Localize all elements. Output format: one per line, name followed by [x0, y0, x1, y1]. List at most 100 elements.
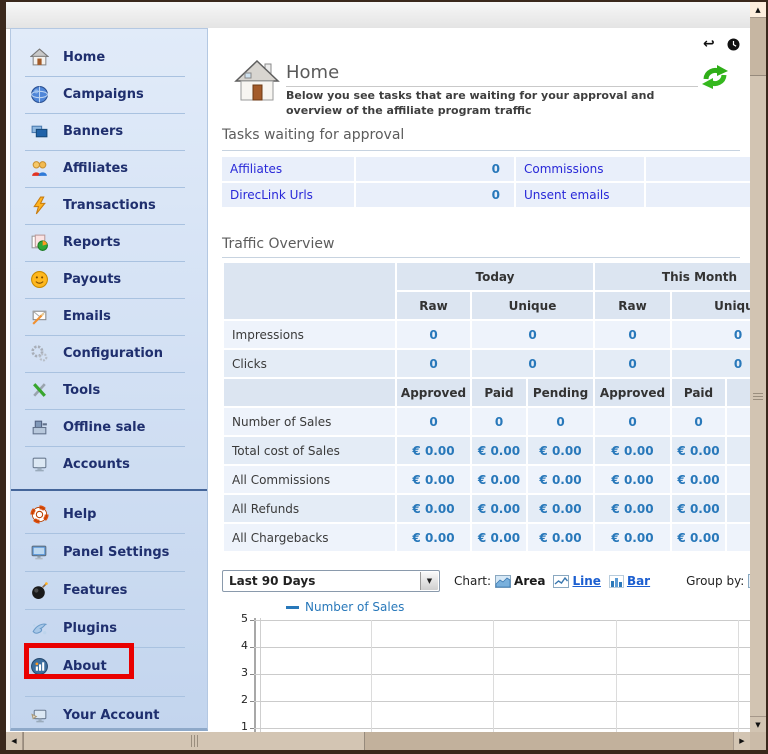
scroll-up-arrow-icon[interactable]: ▲: [750, 2, 766, 18]
task-count: 0: [356, 157, 514, 181]
metric-value: 0: [672, 408, 725, 435]
sidebar-item-help[interactable]: Help: [11, 495, 207, 533]
bar-chart-icon[interactable]: [608, 574, 624, 588]
sidebar-item-emails[interactable]: Emails: [11, 298, 207, 335]
horizontal-scrollbar-thumb[interactable]: [23, 732, 365, 750]
table-row: All Chargebacks € 0.00 € 0.00 € 0.00 € 0.00 €…: [224, 524, 750, 551]
main-content: ↩ Home Below you see tasks that are wait…: [208, 28, 750, 732]
task-link[interactable]: DirecLink Urls: [222, 183, 354, 207]
scrollbar-corner: [750, 732, 766, 750]
task-link[interactable]: Commissions: [516, 157, 644, 181]
area-chart-icon[interactable]: [495, 574, 512, 588]
sidebar-item-banners[interactable]: Banners: [11, 113, 207, 150]
banners-icon: [27, 122, 51, 142]
task-link[interactable]: Affiliates: [222, 157, 354, 181]
refresh-icon[interactable]: [700, 62, 730, 96]
task-link[interactable]: Unsent emails: [516, 183, 644, 207]
sidebar-item-payouts[interactable]: Payouts: [11, 261, 207, 298]
metric-value: 0: [397, 350, 470, 377]
scroll-down-arrow-icon[interactable]: ▼: [750, 716, 766, 732]
chart-type-bar[interactable]: Bar: [627, 574, 650, 588]
sidebar-item-reports[interactable]: Reports: [11, 224, 207, 261]
axis-tick: [250, 701, 254, 702]
sidebar-item-affiliates[interactable]: Affiliates: [11, 150, 207, 187]
task-count: [646, 183, 750, 207]
sidebar-item-about[interactable]: About: [11, 647, 207, 685]
metric-value: 0: [472, 408, 526, 435]
computer-icon: [27, 455, 51, 475]
chart-type-line[interactable]: Line: [572, 574, 600, 588]
table-row: Approved Paid Pending Approved Paid: [224, 379, 750, 406]
metric-value: [727, 437, 750, 464]
period-select[interactable]: Last 90 Days ▼: [222, 570, 440, 592]
legend-line-swatch: [286, 605, 299, 609]
sidebar-item-label: Tools: [63, 383, 101, 398]
sidebar-item-label: Help: [63, 506, 97, 522]
title-rule: [286, 86, 698, 87]
sidebar-item-home[interactable]: Home: [11, 39, 207, 76]
metric-value: € 0.00: [472, 437, 526, 464]
sidebar-item-tools[interactable]: Tools: [11, 372, 207, 409]
smiley-icon: [27, 270, 51, 290]
column-header: [224, 379, 395, 406]
gridline-h: [254, 701, 750, 702]
metric-value: 0: [672, 350, 750, 377]
gridline-v: [616, 620, 617, 732]
clock-icon[interactable]: [727, 38, 740, 51]
window-frame: ▲ ▼ ◀ ▶ Home Campaigns Banners Affiliates Tr…: [0, 0, 768, 754]
sidebar-item-label: Plugins: [63, 620, 117, 636]
sidebar-item-offline-sale[interactable]: Offline sale: [11, 409, 207, 446]
column-header: Unique: [472, 292, 593, 319]
metric-value: € 0.00: [595, 524, 670, 551]
sidebar-secondary-menu: Help Panel Settings Features Plugins About Yo…: [11, 491, 207, 734]
sidebar-item-your-account[interactable]: Your Account: [11, 696, 207, 734]
vertical-scrollbar[interactable]: ▲ ▼: [750, 2, 766, 732]
sidebar-item-label: Configuration: [63, 346, 163, 361]
sidebar-item-accounts[interactable]: Accounts: [11, 446, 207, 483]
line-chart-icon[interactable]: [553, 574, 570, 588]
sidebar-item-label: Your Account: [63, 707, 160, 723]
sidebar: Home Campaigns Banners Affiliates Transactio…: [10, 28, 208, 731]
sidebar-item-campaigns[interactable]: Campaigns: [11, 76, 207, 113]
metric-value: € 0.00: [528, 437, 593, 464]
sidebar-item-label: Banners: [63, 124, 124, 139]
y-tick-label: 3: [241, 666, 248, 679]
gears-icon: [27, 344, 51, 364]
sidebar-item-panel-settings[interactable]: Panel Settings: [11, 533, 207, 571]
chart-type-area[interactable]: Area: [514, 574, 545, 588]
scroll-right-arrow-icon[interactable]: ▶: [733, 732, 750, 750]
day-list-icon[interactable]: [748, 574, 750, 588]
metric-value: € 0.00: [528, 495, 593, 522]
app-window: ▲ ▼ ◀ ▶ Home Campaigns Banners Affiliates Tr…: [6, 2, 766, 750]
axis-tick: [250, 647, 254, 648]
metric-value: [727, 408, 750, 435]
y-tick-label: 2: [241, 693, 248, 706]
scrollbar-grip: [753, 393, 763, 400]
cash-register-icon: [27, 418, 51, 438]
task-count: [646, 157, 750, 181]
chart-plot-area: [250, 612, 750, 732]
undo-icon[interactable]: ↩: [703, 37, 715, 51]
envelope-pencil-icon: [27, 307, 51, 327]
people-icon: [27, 159, 51, 179]
user-computer-icon: [27, 705, 51, 725]
report-pie-icon: [27, 233, 51, 253]
tasks-table: Affiliates 0 Commissions DirecLink Urls 0 Uns…: [222, 157, 750, 209]
horizontal-scrollbar[interactable]: ◀ ▶: [6, 732, 750, 750]
gridline-h: [254, 674, 750, 675]
scroll-left-arrow-icon[interactable]: ◀: [6, 732, 23, 750]
sidebar-item-transactions[interactable]: Transactions: [11, 187, 207, 224]
lifebuoy-icon: [27, 504, 51, 524]
sidebar-item-label: Affiliates: [63, 161, 129, 176]
sidebar-item-configuration[interactable]: Configuration: [11, 335, 207, 372]
sidebar-item-label: Features: [63, 582, 128, 598]
metric-value: 0: [528, 408, 593, 435]
chart-controls: Last 90 Days ▼ Chart: Area Line Bar Grou…: [222, 569, 750, 593]
row-label: All Refunds: [224, 495, 395, 522]
axis-tick: [250, 620, 254, 621]
sidebar-item-features[interactable]: Features: [11, 571, 207, 609]
table-row: Today This Month: [224, 263, 750, 319]
row-label: Total cost of Sales: [224, 437, 395, 464]
vertical-scrollbar-thumb[interactable]: [750, 75, 766, 717]
sidebar-item-plugins[interactable]: Plugins: [11, 609, 207, 647]
